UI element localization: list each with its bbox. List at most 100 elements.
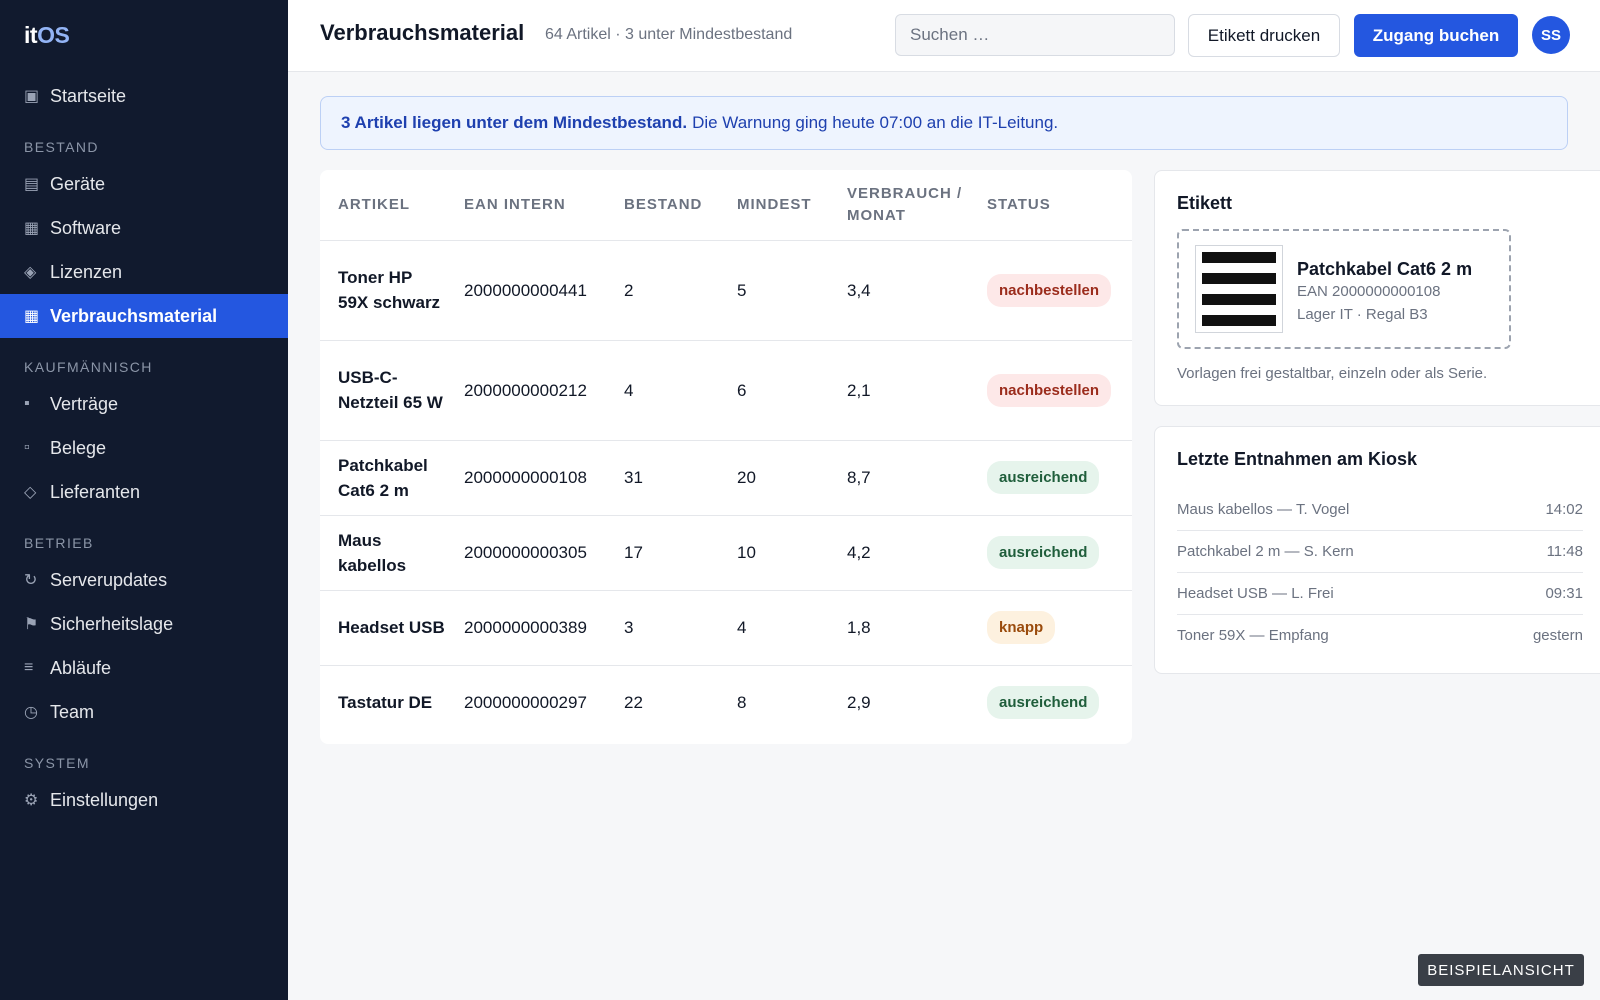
min-stock-alert: 3 Artikel liegen unter dem Mindestbestan…	[320, 96, 1568, 150]
sidebar-item[interactable]: ◈ Lizenzen	[0, 250, 288, 294]
cell-ean: 2000000000108	[446, 440, 606, 516]
nav-icon: ▫	[24, 439, 30, 456]
column-header-ean[interactable]: EAN INTERN	[446, 170, 606, 241]
list-item: Patchkabel 2 m — S. Kern 11:48	[1177, 531, 1583, 573]
table-row[interactable]: Headset USB 2000000000389 3 4 1,8 knapp	[320, 590, 1132, 666]
cell-verbrauch: 8,7	[829, 440, 969, 516]
cell-bestand: 17	[606, 515, 719, 591]
column-header-verbrauch[interactable]: VERBRAUCH / MONAT	[829, 170, 969, 241]
sidebar-item[interactable]: ▦ Verbrauchsmaterial	[0, 294, 288, 338]
book-receipt-button[interactable]: Zugang buchen	[1354, 14, 1518, 57]
label-item-ean: EAN 2000000000108	[1297, 283, 1441, 300]
sidebar-item[interactable]: ▦ Software	[0, 206, 288, 250]
sidebar-item-label: Einstellungen	[50, 789, 159, 810]
sample-view-badge: BEISPIELANSICHT	[1418, 954, 1584, 986]
list-item: Maus kabellos — T. Vogel 14:02	[1177, 489, 1583, 531]
column-header-artikel[interactable]: ARTIKEL	[320, 170, 446, 241]
cell-artikel: Toner HP 59X schwarz	[320, 240, 446, 341]
cell-verbrauch: 2,1	[829, 340, 969, 441]
table-header-row: ARTIKEL EAN INTERN BESTAND MINDEST VERBR…	[320, 170, 1132, 241]
nav-icon: ◷	[24, 704, 38, 721]
table-row[interactable]: Tastatur DE 2000000000297 22 8 2,9 ausreichen…	[320, 665, 1132, 740]
nav-icon: ≡	[24, 659, 34, 676]
page-title: Verbrauchsmaterial	[320, 20, 525, 45]
column-header-mindest[interactable]: MINDEST	[719, 170, 829, 241]
sidebar-item-label: Verbrauchsmaterial	[50, 305, 218, 326]
sidebar-item-label: Belege	[50, 437, 107, 458]
kiosk-entry-time: 09:31	[1545, 585, 1583, 602]
table-row[interactable]: Toner HP 59X schwarz 2000000000441 2 5 3,4 na…	[320, 240, 1132, 341]
column-header-bestand[interactable]: BESTAND	[606, 170, 719, 241]
cell-artikel: Headset USB	[320, 590, 446, 666]
column-header-status[interactable]: STATUS	[969, 170, 1132, 241]
label-item-location: Lager IT · Regal B3	[1297, 306, 1428, 323]
cell-bestand: 3	[606, 590, 719, 666]
sidebar-item-label: Lieferanten	[50, 481, 141, 502]
label-item-name: Patchkabel Cat6 2 m	[1297, 259, 1473, 279]
page-subtitle: 64 Artikel · 3 unter Mindestbestand	[545, 26, 793, 43]
cell-bestand: 22	[624, 693, 643, 713]
status-badge: nachbestellen	[987, 373, 1112, 407]
kiosk-entry-text: Patchkabel 2 m — S. Kern	[1177, 543, 1354, 560]
sidebar-item[interactable]: ▤ Geräte	[0, 162, 288, 206]
cell-mindest: 5	[719, 240, 829, 341]
cell-ean: 2000000000441	[446, 240, 606, 341]
list-item: Toner 59X — Empfang gestern	[1177, 615, 1583, 657]
sidebar-item-label: Serverupdates	[50, 569, 168, 590]
cell-verbrauch: 3,4	[829, 240, 969, 341]
cell-status: nachbestellen	[969, 340, 1132, 441]
label-preview[interactable]: Patchkabel Cat6 2 m EAN 2000000000108 La…	[1177, 229, 1511, 349]
print-label-button[interactable]: Etikett drucken	[1188, 14, 1340, 57]
label-card-title: Etikett	[1177, 193, 1233, 213]
cell-verbrauch: 2,9	[847, 693, 871, 713]
label-card: Etikett Patchkabel Cat6 2 m EAN 20000000…	[1154, 170, 1600, 406]
sidebar-item-label: Verträge	[50, 393, 119, 414]
sidebar-item[interactable]: ◷ Team	[0, 690, 288, 734]
sidebar-item[interactable]: ▫ Belege	[0, 426, 288, 470]
status-badge: knapp	[987, 611, 1056, 644]
cell-ean: 2000000000297	[464, 693, 587, 713]
cell-verbrauch: 4,2	[829, 515, 969, 591]
top-bar: Verbrauchsmaterial 64 Artikel · 3 unter …	[288, 0, 1600, 72]
sidebar-item[interactable]: ▪ Verträge	[0, 382, 288, 426]
table-row[interactable]: USB-C-Netzteil 65 W 2000000000212 4 6 2,1 nac…	[320, 340, 1132, 441]
app-logo[interactable]: itOS	[24, 22, 70, 49]
sidebar-item[interactable]: ≡ Abläufe	[0, 646, 288, 690]
cell-artikel: Patchkabel Cat6 2 m	[320, 440, 446, 516]
kiosk-entry-time: 11:48	[1546, 543, 1583, 560]
cell-mindest: 20	[719, 440, 829, 516]
list-item: Headset USB — L. Frei 09:31	[1177, 573, 1583, 615]
sidebar-item[interactable]: ◇ Lieferanten	[0, 470, 288, 514]
status-badge: ausreichend	[987, 461, 1100, 494]
sidebar-item[interactable]: ↻ Serverupdates	[0, 558, 288, 602]
cell-bestand: 2	[606, 240, 719, 341]
cell-ean: 2000000000389	[446, 590, 606, 666]
avatar[interactable]: SS	[1532, 16, 1570, 54]
sidebar-section-title: BETRIEB	[24, 535, 94, 551]
sidebar-item-startseite[interactable]: ▣ Startseite	[0, 74, 288, 118]
barcode-icon	[1195, 245, 1283, 333]
table-row[interactable]: Patchkabel Cat6 2 m 2000000000108 31 20 8,7 a…	[320, 440, 1132, 516]
cell-status: ausreichend	[969, 665, 1132, 740]
status-badge: ausreichend	[987, 686, 1100, 720]
alert-text: Die Warnung ging heute 07:00 an die IT-L…	[692, 113, 1059, 132]
cell-artikel: USB-C-Netzteil 65 W	[320, 340, 446, 441]
kiosk-entry-time: 14:02	[1545, 501, 1583, 518]
inventory-table-card: ARTIKEL EAN INTERN BESTAND MINDEST VERBR…	[320, 170, 1132, 744]
kiosk-entry-time: gestern	[1532, 627, 1583, 644]
table-row[interactable]: Maus kabellos 2000000000305 17 10 4,2 ausreic…	[320, 515, 1132, 591]
sidebar-nav: ▣ Startseite BESTAND ▤ Geräte ▦ Software ◈ Liz…	[0, 74, 288, 822]
search-input[interactable]	[895, 14, 1175, 56]
cell-bestand: 31	[606, 440, 719, 516]
cell-artikel: Maus kabellos	[320, 515, 446, 591]
status-badge: ausreichend	[987, 536, 1100, 569]
nav-icon: ▦	[24, 220, 40, 237]
cell-mindest: 6	[719, 340, 829, 441]
cell-mindest: 4	[719, 590, 829, 666]
cell-status: nachbestellen	[969, 240, 1132, 341]
kiosk-card-title: Letzte Entnahmen am Kiosk	[1177, 449, 1418, 469]
sidebar-item[interactable]: ⚑ Sicherheitslage	[0, 602, 288, 646]
nav-icon: ▤	[24, 176, 40, 193]
sidebar-item[interactable]: ⚙ Einstellungen	[0, 778, 288, 822]
kiosk-card: Letzte Entnahmen am Kiosk Maus kabellos …	[1154, 426, 1600, 674]
